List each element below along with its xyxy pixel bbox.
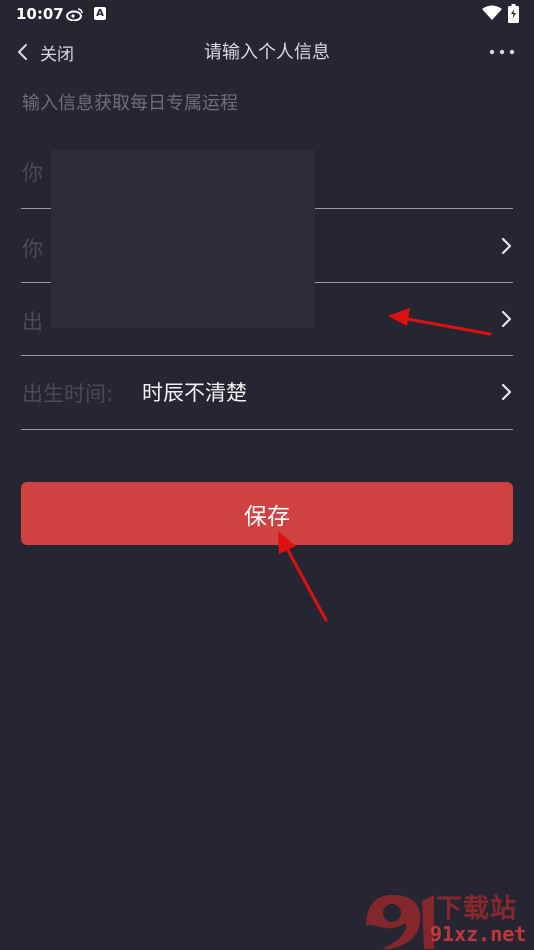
birth-time-label: 出生时间: [22,382,114,406]
page-title: 请输入个人信息 [204,42,330,63]
birth-date-row-label: 出 [22,310,43,334]
chevron-right-icon [501,383,512,401]
gender-row-label: 你 [22,237,43,261]
status-time: 10:07 [16,5,64,23]
birth-time-row[interactable]: 出生时间: 时辰不清楚 [21,356,513,430]
save-button[interactable]: 保存 [21,482,513,545]
battery-charging-icon [508,4,519,23]
watermark-text-top: 下载站 [436,894,518,924]
name-row-label: 你 [22,161,43,185]
nav-bar: 关闭 请输入个人信息 [0,30,534,76]
watermark-text-bottom: 91xz.net [430,922,527,946]
birth-time-value: 时辰不清楚 [142,381,247,405]
subtitle: 输入信息获取每日专属运程 [22,93,238,114]
save-button-label: 保存 [244,503,290,530]
status-bar: 10:07 A [0,0,534,30]
privacy-blur-mask [51,150,315,328]
more-horizontal-icon[interactable] [486,42,518,62]
notification-a-icon: A [94,7,106,20]
chevron-right-icon [501,310,512,328]
weibo-icon [66,8,83,21]
wifi-icon [482,5,502,20]
chevron-right-icon [501,237,512,255]
